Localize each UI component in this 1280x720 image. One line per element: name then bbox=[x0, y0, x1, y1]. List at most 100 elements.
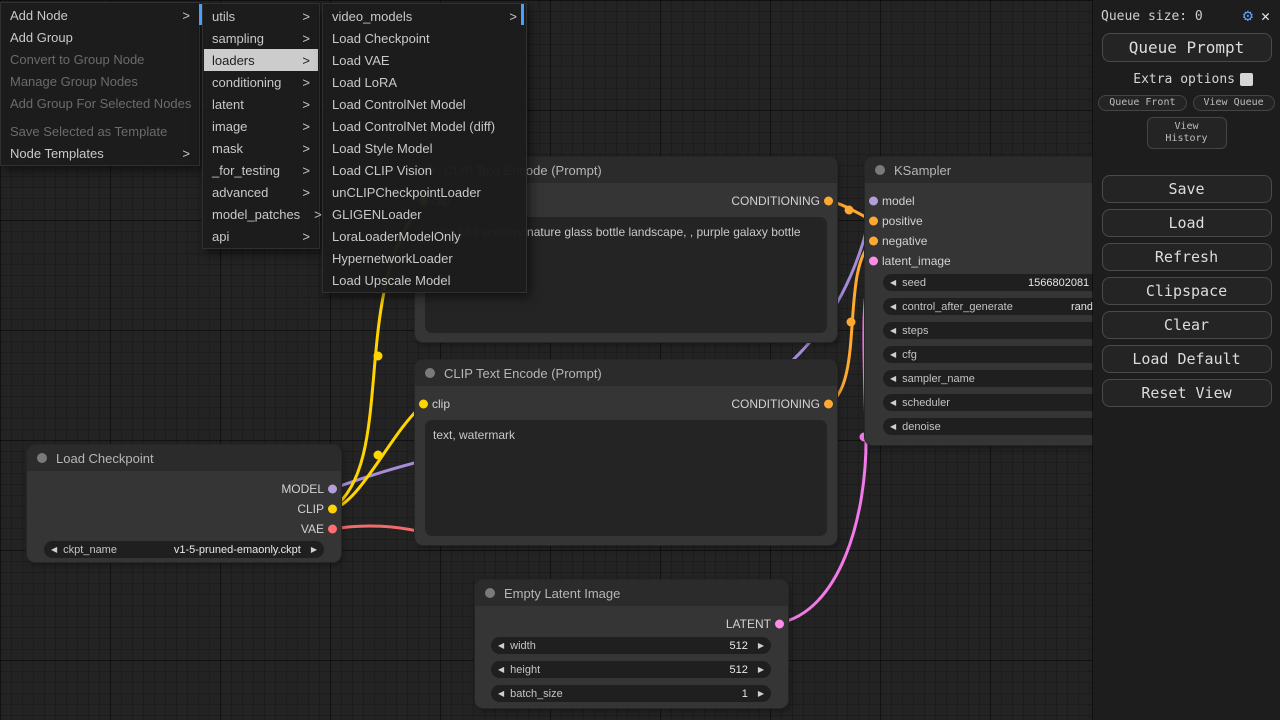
menu-item-load-controlnet-model-diff[interactable]: Load ControlNet Model (diff) bbox=[324, 115, 525, 137]
view-history-button[interactable]: View History bbox=[1147, 117, 1227, 149]
menu-item-utils[interactable]: utils > bbox=[204, 5, 318, 27]
node-empty-latent-image[interactable]: Empty Latent Image LATENT ◀ width 512 ▶ … bbox=[475, 580, 788, 708]
input-label-clip: clip bbox=[432, 397, 450, 411]
output-slot-latent[interactable] bbox=[775, 620, 784, 629]
menu-item-model-patches[interactable]: model_patches > bbox=[204, 203, 318, 225]
menu-item-unclip-checkpoint-loader[interactable]: unCLIPCheckpointLoader bbox=[324, 181, 525, 203]
widget-value: 1 bbox=[742, 688, 748, 700]
load-default-button[interactable]: Load Default bbox=[1102, 345, 1272, 373]
close-icon[interactable]: ✕ bbox=[1261, 9, 1270, 24]
extra-options-checkbox[interactable] bbox=[1240, 73, 1253, 86]
widget-left-arrow-icon[interactable]: ◀ bbox=[498, 642, 504, 650]
submenu-arrow-icon: > bbox=[314, 207, 322, 222]
clipspace-button[interactable]: Clipspace bbox=[1102, 277, 1272, 305]
widget-left-arrow-icon[interactable]: ◀ bbox=[890, 351, 896, 359]
output-slot-vae[interactable] bbox=[328, 525, 337, 534]
menu-item-load-clip-vision[interactable]: Load CLIP Vision bbox=[324, 159, 525, 181]
widget-left-arrow-icon[interactable]: ◀ bbox=[890, 327, 896, 335]
menu-item-load-upscale-model[interactable]: Load Upscale Model bbox=[324, 269, 525, 291]
menu-item-image[interactable]: image > bbox=[204, 115, 318, 137]
menu-item-load-style-model[interactable]: Load Style Model bbox=[324, 137, 525, 159]
widget-left-arrow-icon[interactable]: ◀ bbox=[890, 399, 896, 407]
node-title: CLIP Text Encode (Prompt) bbox=[444, 366, 602, 381]
widget-right-arrow-icon[interactable]: ▶ bbox=[758, 666, 764, 674]
widget-height[interactable]: ◀ height 512 ▶ bbox=[491, 661, 771, 678]
menu-item-api[interactable]: api > bbox=[204, 225, 318, 247]
queue-prompt-button[interactable]: Queue Prompt bbox=[1102, 33, 1272, 62]
output-slot-clip[interactable] bbox=[328, 505, 337, 514]
collapse-dot-icon[interactable] bbox=[37, 453, 47, 463]
menu-item-add-group[interactable]: Add Group bbox=[2, 26, 198, 48]
node-title: Empty Latent Image bbox=[504, 586, 620, 601]
collapse-dot-icon[interactable] bbox=[425, 368, 435, 378]
submenu-arrow-icon: > bbox=[182, 146, 190, 161]
output-slot-conditioning[interactable] bbox=[824, 197, 833, 206]
input-slot-clip[interactable] bbox=[419, 400, 428, 409]
widget-right-arrow-icon[interactable]: ▶ bbox=[758, 690, 764, 698]
collapse-dot-icon[interactable] bbox=[875, 165, 885, 175]
widget-batch-size[interactable]: ◀ batch_size 1 ▶ bbox=[491, 685, 771, 702]
refresh-button[interactable]: Refresh bbox=[1102, 243, 1272, 271]
menu-item-load-vae[interactable]: Load VAE bbox=[324, 49, 525, 71]
menu-item-load-controlnet-model[interactable]: Load ControlNet Model bbox=[324, 93, 525, 115]
widget-right-arrow-icon[interactable]: ▶ bbox=[758, 642, 764, 650]
queue-front-button[interactable]: Queue Front bbox=[1098, 95, 1186, 111]
node-load-checkpoint[interactable]: Load Checkpoint MODEL CLIP VAE ◀ ckpt_na… bbox=[27, 445, 341, 562]
output-label-latent: LATENT bbox=[726, 617, 771, 631]
settings-gear-icon[interactable]: ⚙ bbox=[1243, 8, 1253, 25]
menu-item-hypernetwork-loader[interactable]: HypernetworkLoader bbox=[324, 247, 525, 269]
menu-item-latent[interactable]: latent > bbox=[204, 93, 318, 115]
menu-item-for-testing[interactable]: _for_testing > bbox=[204, 159, 318, 181]
menu-item-advanced[interactable]: advanced > bbox=[204, 181, 318, 203]
widget-left-arrow-icon[interactable]: ◀ bbox=[498, 666, 504, 674]
save-button[interactable]: Save bbox=[1102, 175, 1272, 203]
widget-label: steps bbox=[902, 325, 928, 337]
input-label-latent-image: latent_image bbox=[882, 254, 951, 268]
widget-width[interactable]: ◀ width 512 ▶ bbox=[491, 637, 771, 654]
view-queue-button[interactable]: View Queue bbox=[1193, 95, 1275, 111]
input-slot-model[interactable] bbox=[869, 197, 878, 206]
output-slot-model[interactable] bbox=[328, 485, 337, 494]
menu-item-convert-to-group-node[interactable]: Convert to Group Node bbox=[2, 48, 198, 70]
menu-item-node-templates[interactable]: Node Templates > bbox=[2, 142, 198, 164]
input-slot-latent-image[interactable] bbox=[869, 257, 878, 266]
menu-item-add-group-for-selected-nodes[interactable]: Add Group For Selected Nodes bbox=[2, 92, 198, 114]
collapse-dot-icon[interactable] bbox=[485, 588, 495, 598]
menu-item-manage-group-nodes[interactable]: Manage Group Nodes bbox=[2, 70, 198, 92]
node-title-bar[interactable]: CLIP Text Encode (Prompt) bbox=[415, 360, 837, 386]
widget-left-arrow-icon[interactable]: ◀ bbox=[890, 375, 896, 383]
widget-left-arrow-icon[interactable]: ◀ bbox=[890, 303, 896, 311]
node-title-bar[interactable]: Empty Latent Image bbox=[475, 580, 788, 606]
prompt-textarea[interactable]: text, watermark bbox=[425, 420, 827, 536]
widget-ckpt-name[interactable]: ◀ ckpt_name v1-5-pruned-emaonly.ckpt ▶ bbox=[44, 541, 324, 558]
widget-left-arrow-icon[interactable]: ◀ bbox=[890, 423, 896, 431]
load-button[interactable]: Load bbox=[1102, 209, 1272, 237]
input-slot-negative[interactable] bbox=[869, 237, 878, 246]
menu-item-conditioning[interactable]: conditioning > bbox=[204, 71, 318, 93]
node-title-bar[interactable]: Load Checkpoint bbox=[27, 445, 341, 471]
output-slot-conditioning[interactable] bbox=[824, 400, 833, 409]
menu-item-gligen-loader[interactable]: GLIGENLoader bbox=[324, 203, 525, 225]
menu-item-sampling[interactable]: sampling > bbox=[204, 27, 318, 49]
input-label-positive: positive bbox=[882, 214, 923, 228]
widget-left-arrow-icon[interactable]: ◀ bbox=[890, 279, 896, 287]
submenu-arrow-icon: > bbox=[302, 9, 310, 24]
wire-clip-middot-1 bbox=[374, 451, 383, 460]
menu-item-save-selected-as-template[interactable]: Save Selected as Template bbox=[2, 120, 198, 142]
menu-item-video-models[interactable]: video_models > bbox=[324, 5, 525, 27]
menu-item-loaders[interactable]: loaders > bbox=[204, 49, 318, 71]
widget-right-arrow-icon[interactable]: ▶ bbox=[311, 546, 317, 554]
reset-view-button[interactable]: Reset View bbox=[1102, 379, 1272, 407]
widget-left-arrow-icon[interactable]: ◀ bbox=[51, 546, 57, 554]
menu-item-load-lora[interactable]: Load LoRA bbox=[324, 71, 525, 93]
widget-left-arrow-icon[interactable]: ◀ bbox=[498, 690, 504, 698]
menu-item-lora-loader-model-only[interactable]: LoraLoaderModelOnly bbox=[324, 225, 525, 247]
input-slot-positive[interactable] bbox=[869, 217, 878, 226]
menu-item-mask[interactable]: mask > bbox=[204, 137, 318, 159]
widget-value: 512 bbox=[729, 664, 747, 676]
node-title: Load Checkpoint bbox=[56, 451, 154, 466]
node-clip-text-encode-negative[interactable]: CLIP Text Encode (Prompt) clip CONDITION… bbox=[415, 360, 837, 545]
menu-item-load-checkpoint[interactable]: Load Checkpoint bbox=[324, 27, 525, 49]
menu-item-add-node[interactable]: Add Node > bbox=[2, 4, 198, 26]
clear-button[interactable]: Clear bbox=[1102, 311, 1272, 339]
